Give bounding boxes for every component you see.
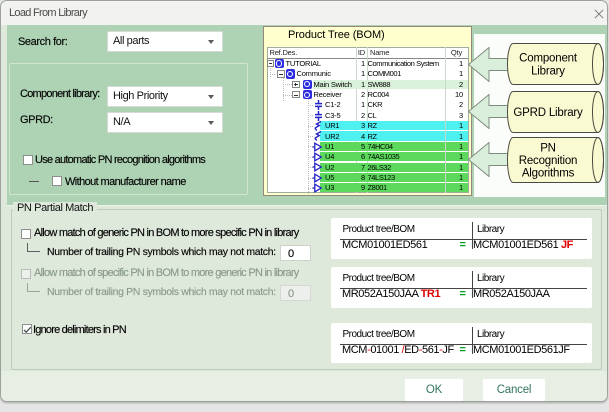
svg-text:Component: Component [519, 53, 578, 65]
svg-text:GPRD Library: GPRD Library [513, 107, 583, 119]
svg-text:PN: PN [540, 142, 556, 154]
svg-text:Library: Library [531, 66, 565, 78]
svg-text:Recognition: Recognition [519, 155, 578, 167]
svg-text:Algorithms: Algorithms [522, 168, 575, 180]
